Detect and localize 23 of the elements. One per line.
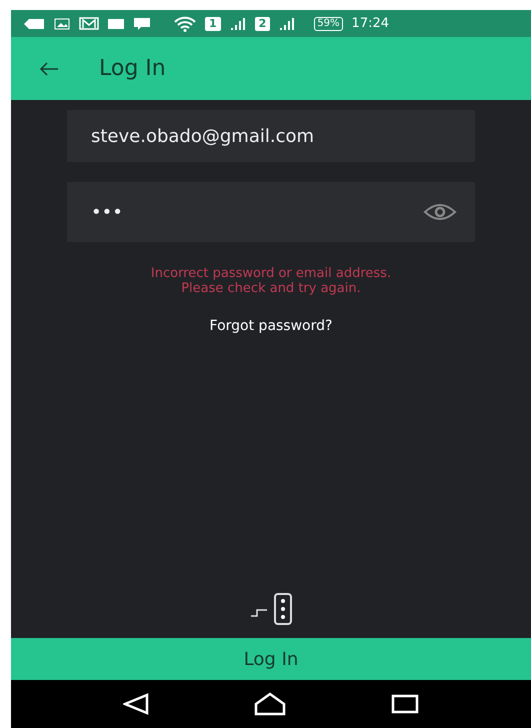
image-icon xyxy=(54,18,70,30)
mail-icon xyxy=(79,17,99,30)
recents-icon[interactable] xyxy=(390,694,419,714)
eye-icon[interactable] xyxy=(423,203,457,221)
clock-time: 17:24 xyxy=(352,16,390,31)
back-arrow-icon[interactable] xyxy=(39,62,59,76)
password-input[interactable]: ••• xyxy=(91,202,423,222)
wifi-icon xyxy=(174,16,196,32)
sim-label: 2 xyxy=(254,16,270,30)
sim-label: 1 xyxy=(205,16,221,30)
email-field[interactable]: steve.obado@gmail.com xyxy=(67,110,475,162)
error-message: Incorrect password or email address. Please check and try again. xyxy=(150,266,392,296)
device-icon xyxy=(249,592,293,626)
battery-level: 59% xyxy=(314,16,343,30)
screen-title: Log In xyxy=(99,56,166,81)
password-field[interactable]: ••• xyxy=(67,182,475,242)
signal-icon xyxy=(230,16,246,30)
signal-icon xyxy=(279,16,296,30)
login-button[interactable]: Log In xyxy=(11,638,531,680)
forgot-password-link[interactable]: Forgot password? xyxy=(210,318,332,334)
back-icon[interactable] xyxy=(123,693,150,715)
chat-icon xyxy=(133,16,151,30)
home-icon[interactable] xyxy=(254,692,286,716)
